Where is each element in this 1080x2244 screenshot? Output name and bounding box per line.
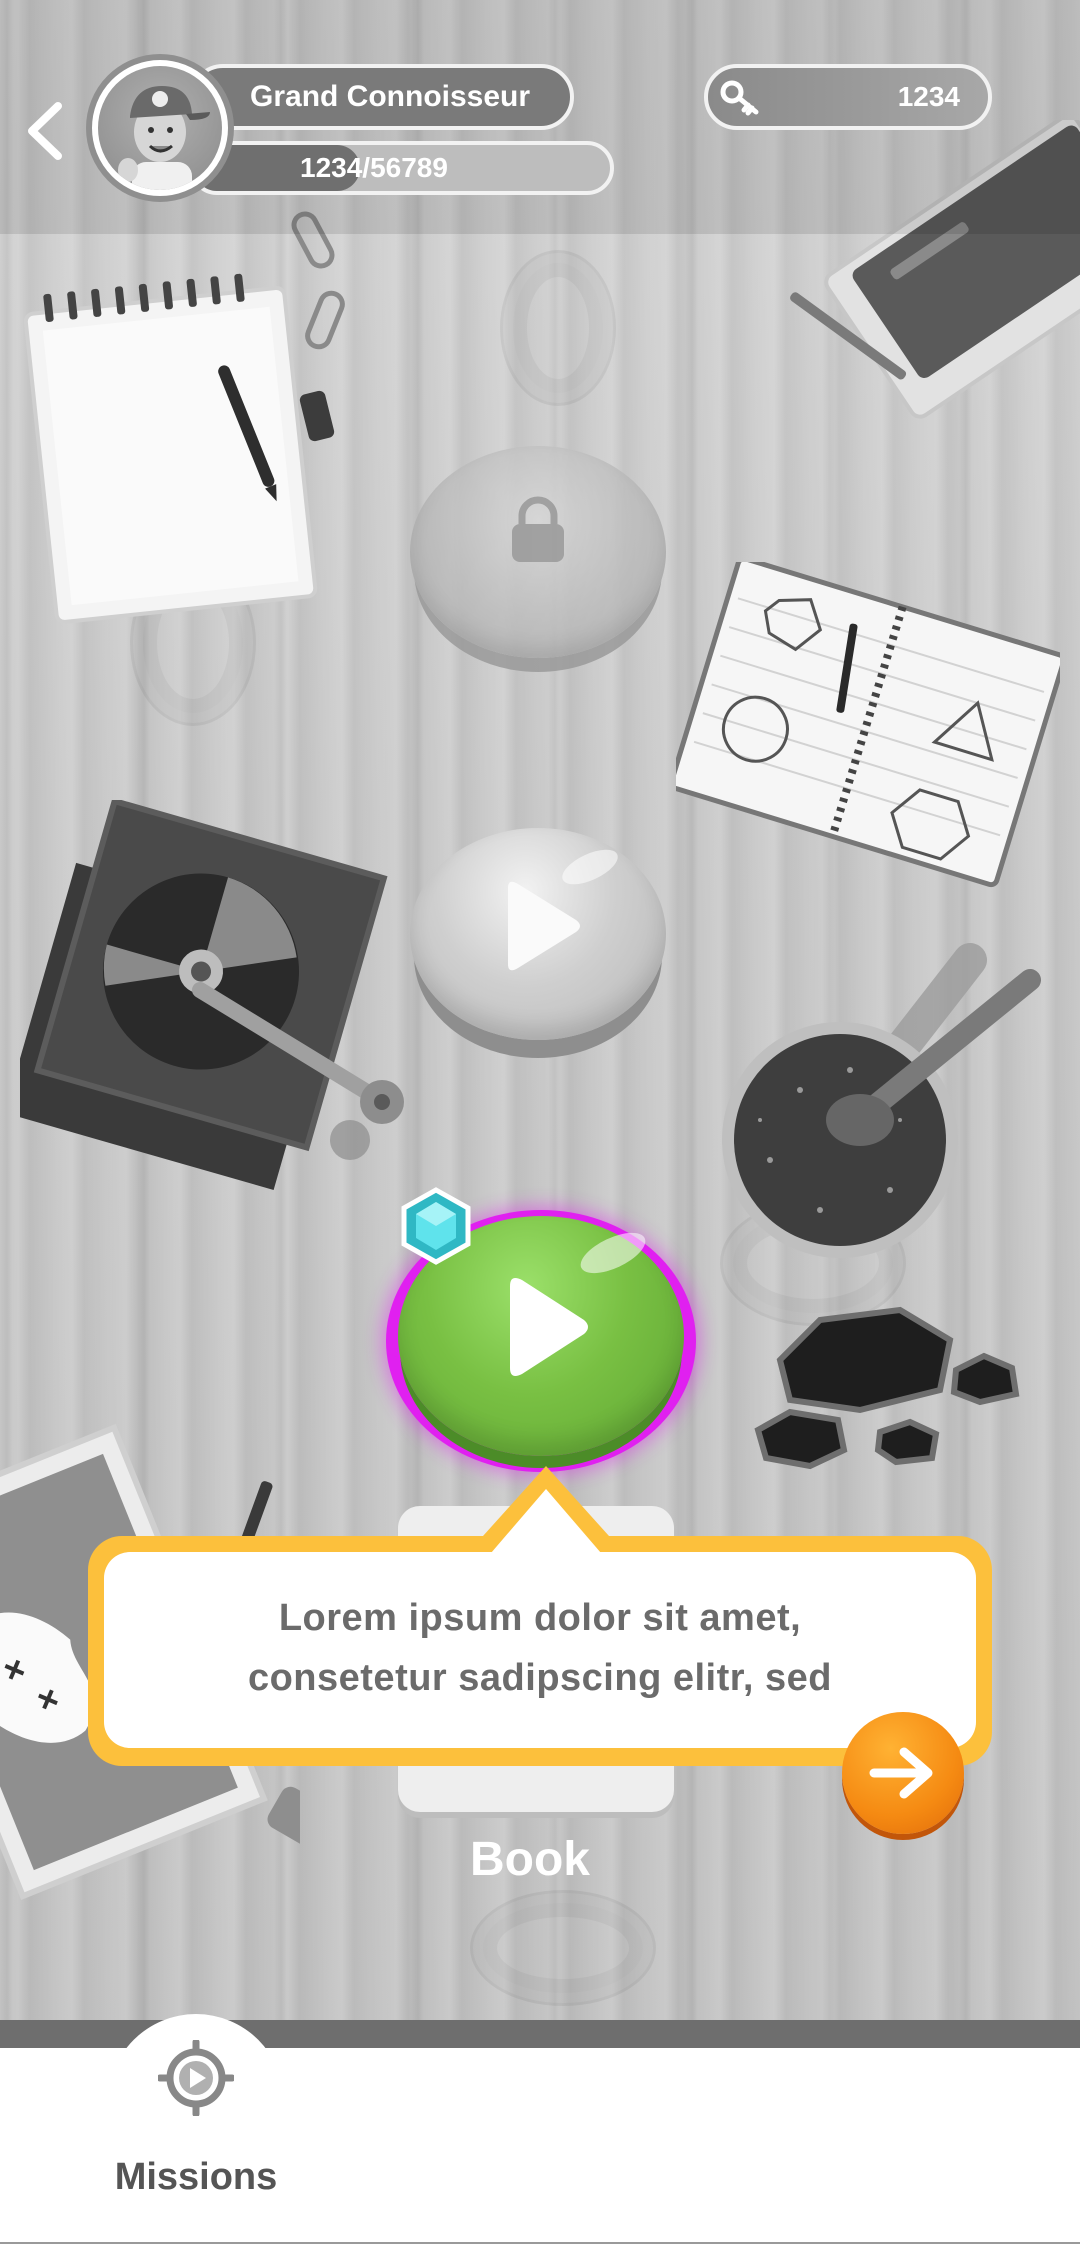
lock-icon (512, 496, 564, 562)
play-icon (510, 1278, 588, 1376)
key-icon (720, 80, 759, 116)
level-node-completed[interactable] (410, 828, 666, 1040)
tooltip-text-line: consetetur sadipscing elitr, sed (247, 1657, 833, 1699)
player-avatar[interactable] (86, 54, 234, 202)
bottom-navigation: Missions (0, 2014, 1080, 2244)
geometry-notebook-decor (676, 562, 1060, 888)
arrow-right-icon (869, 1747, 933, 1799)
tab-missions-label: Missions (114, 2156, 278, 2198)
tab-missions[interactable]: Missions (108, 2014, 284, 2240)
play-icon (508, 881, 580, 971)
missions-target-icon (158, 2040, 234, 2116)
paperclips-decor (291, 211, 345, 442)
notepad-decor (23, 273, 318, 624)
coal-rocks-decor (754, 1306, 1020, 1470)
tooltip-pointer-inner (491, 1489, 601, 1553)
xp-text: 1234/56789 (300, 152, 448, 183)
level-node-locked[interactable] (410, 446, 666, 658)
gloss-highlight (574, 1224, 652, 1282)
record-player-decor (20, 800, 404, 1191)
back-button[interactable] (18, 96, 74, 166)
xp-progress-bar: 1234/56789 (190, 141, 614, 195)
avatar-character-icon (118, 86, 210, 190)
keys-count: 1234 (897, 81, 960, 112)
keys-counter: 1234 (704, 64, 992, 130)
wood-knot (470, 1890, 656, 2006)
tooltip-next-button[interactable] (842, 1712, 964, 1834)
avatar-image (98, 66, 222, 190)
gem-icon (401, 1187, 471, 1265)
wood-knot (500, 250, 616, 406)
book-label: Book (470, 1833, 590, 1886)
pot-decor (722, 943, 1041, 1258)
player-title: Grand Connoisseur (190, 64, 574, 130)
tooltip-text: Lorem ipsum dolor sit amet, consetetur s… (88, 1588, 992, 1708)
tooltip-text-line: Lorem ipsum dolor sit amet, (278, 1597, 802, 1639)
